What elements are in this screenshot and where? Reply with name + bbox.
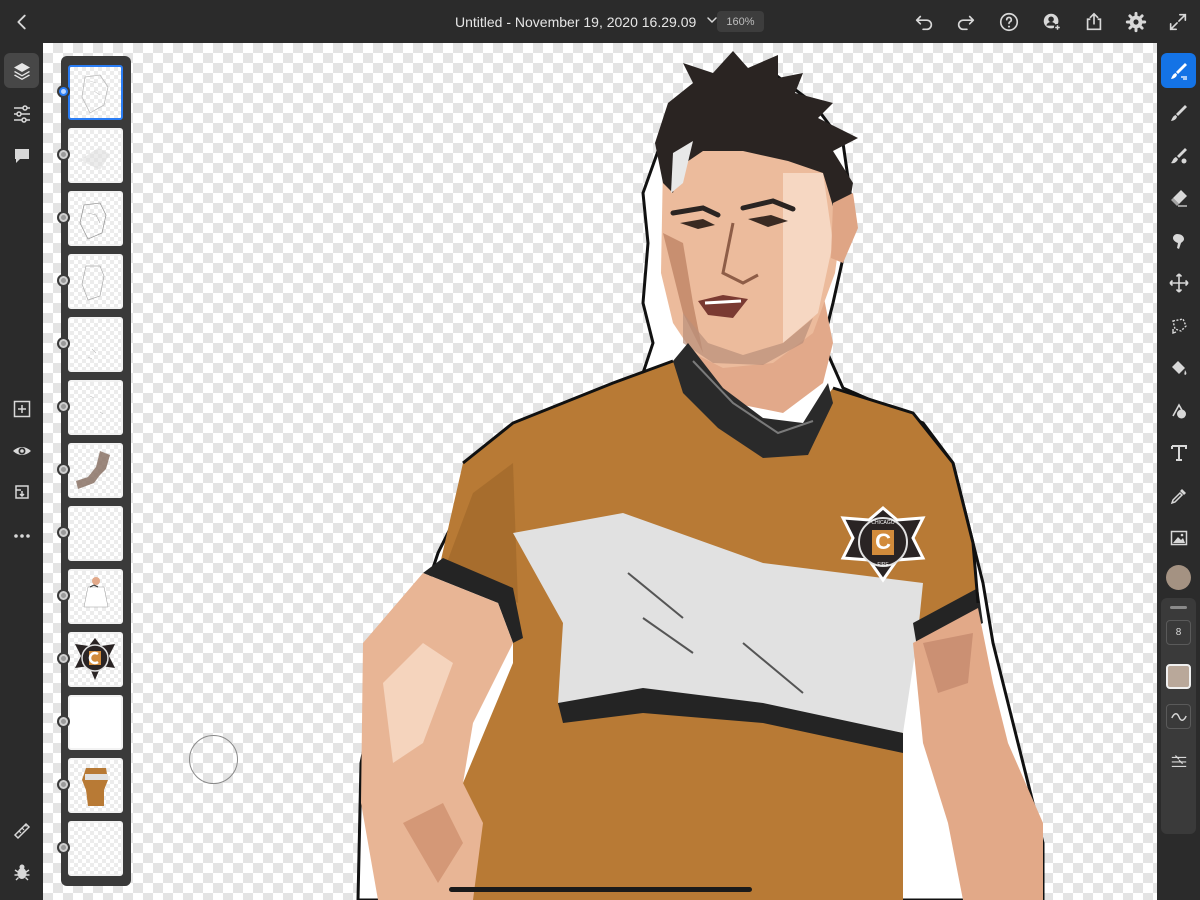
transform-icon[interactable]: [1161, 265, 1196, 300]
shape-icon[interactable]: [1161, 393, 1196, 428]
home-indicator[interactable]: [449, 887, 752, 892]
layer-thumbnail[interactable]: [68, 695, 123, 750]
top-bar: Untitled - November 19, 2020 16.29.09 16…: [0, 0, 1200, 43]
brush-properties-icon[interactable]: [1166, 748, 1191, 773]
crest-bottom-text: FIRE: [877, 562, 889, 568]
layers-panel: [57, 56, 131, 886]
eyedropper-icon[interactable]: [1161, 478, 1196, 513]
more-icon[interactable]: [4, 518, 39, 553]
layer-visibility-toggle[interactable]: [57, 85, 70, 98]
share-icon[interactable]: [1080, 8, 1108, 36]
text-icon[interactable]: [1161, 435, 1196, 470]
lasso-icon[interactable]: [1161, 308, 1196, 343]
smoothing-icon[interactable]: [1166, 704, 1191, 729]
fill-icon[interactable]: [1161, 350, 1196, 385]
color-picker-swatch[interactable]: [1166, 565, 1191, 590]
brush-opacity-swatch[interactable]: [1166, 664, 1191, 689]
brush-cursor-outline: [189, 735, 238, 784]
brush-settings-panel: 8: [1161, 598, 1196, 834]
image-icon[interactable]: [1161, 520, 1196, 555]
layer-visibility-toggle[interactable]: [57, 589, 70, 602]
layer-thumbnail[interactable]: [68, 191, 123, 246]
panel-drag-handle[interactable]: [1170, 606, 1187, 609]
layer-properties-icon[interactable]: [4, 475, 39, 510]
gear-icon[interactable]: [1122, 8, 1150, 36]
layer-visibility-toggle[interactable]: [57, 148, 70, 161]
layer-thumbnail[interactable]: [68, 254, 123, 309]
zoom-level[interactable]: 160%: [717, 11, 764, 32]
comments-icon[interactable]: [4, 138, 39, 173]
layer-thumbnail[interactable]: [68, 569, 123, 624]
help-icon[interactable]: [995, 8, 1023, 36]
layer-thumbnail[interactable]: [68, 506, 123, 561]
layer-thumbnail[interactable]: [68, 128, 123, 183]
ruler-icon[interactable]: [4, 813, 39, 848]
layer-visibility-toggle[interactable]: [57, 274, 70, 287]
layer-thumbnail[interactable]: [68, 758, 123, 813]
crest-top-text: CHICAGO: [871, 520, 894, 526]
crest-letter: C: [875, 529, 891, 554]
visibility-icon[interactable]: [4, 433, 39, 468]
layer-visibility-toggle[interactable]: [57, 463, 70, 476]
adjustments-icon[interactable]: [4, 96, 39, 131]
pixel-brush-icon[interactable]: [1161, 53, 1196, 88]
smudge-icon[interactable]: [1161, 223, 1196, 258]
brush-size-value[interactable]: 8: [1166, 620, 1191, 645]
layer-visibility-toggle[interactable]: [57, 715, 70, 728]
undo-icon[interactable]: [910, 8, 938, 36]
layer-thumbnail[interactable]: [68, 821, 123, 876]
redo-icon[interactable]: [952, 8, 980, 36]
layers-icon[interactable]: [4, 53, 39, 88]
layer-thumbnail[interactable]: [68, 317, 123, 372]
layer-thumbnail[interactable]: [68, 380, 123, 435]
expand-icon[interactable]: [1164, 8, 1192, 36]
layer-visibility-toggle[interactable]: [57, 400, 70, 413]
invite-user-icon[interactable]: [1038, 8, 1066, 36]
bug-icon[interactable]: [4, 854, 39, 889]
layer-visibility-toggle[interactable]: [57, 526, 70, 539]
app-window: Untitled - November 19, 2020 16.29.09 16…: [0, 0, 1200, 900]
document-title: Untitled - November 19, 2020 16.29.09: [455, 14, 697, 30]
left-toolbar: [0, 43, 43, 900]
eraser-icon[interactable]: [1161, 180, 1196, 215]
layer-visibility-toggle[interactable]: [57, 841, 70, 854]
layer-thumbnail[interactable]: [68, 65, 123, 120]
live-brush-icon[interactable]: [1161, 95, 1196, 130]
layer-visibility-toggle[interactable]: [57, 778, 70, 791]
mixer-brush-icon[interactable]: [1161, 138, 1196, 173]
layer-thumbnail[interactable]: [68, 443, 123, 498]
document-title-dropdown[interactable]: Untitled - November 19, 2020 16.29.09: [455, 10, 718, 34]
layer-visibility-toggle[interactable]: [57, 652, 70, 665]
right-toolbar: 8: [1157, 43, 1200, 900]
layer-visibility-toggle[interactable]: [57, 337, 70, 350]
layer-thumbnail[interactable]: [68, 632, 123, 687]
add-layer-icon[interactable]: [4, 391, 39, 426]
layer-visibility-toggle[interactable]: [57, 211, 70, 224]
chevron-left-icon[interactable]: [8, 8, 36, 36]
